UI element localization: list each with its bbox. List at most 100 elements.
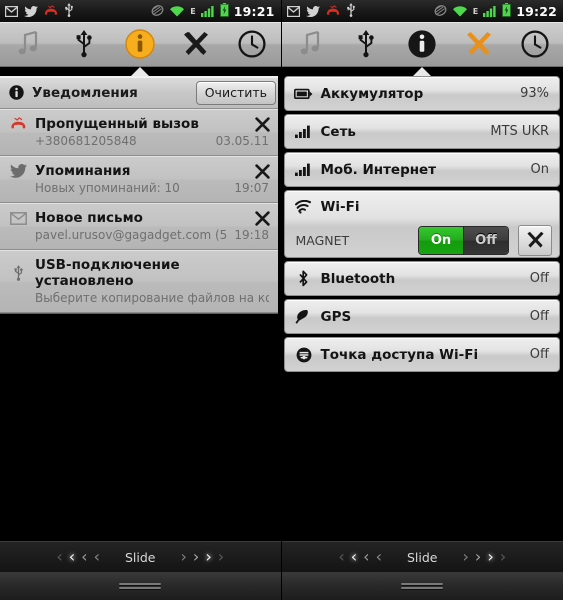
notification-shade: Уведомления Очистить Пропущенный вызов +… xyxy=(0,67,281,541)
signal-bars-icon xyxy=(294,125,314,138)
notification-panel: Уведомления Очистить Пропущенный вызов +… xyxy=(0,76,278,314)
tab-notifications[interactable] xyxy=(396,22,448,66)
close-icon[interactable] xyxy=(253,209,271,227)
drag-handle[interactable] xyxy=(281,572,563,600)
list-item[interactable]: Пропущенный вызов +380681205848 03.05.11 xyxy=(0,109,278,156)
setting-row-network[interactable]: Сеть MTS UKR xyxy=(283,114,560,149)
setting-row-bluetooth[interactable]: Bluetooth Off xyxy=(283,261,560,296)
twitter-icon xyxy=(9,164,27,178)
gmail-icon xyxy=(9,211,27,225)
slide-chevron-left-4[interactable]: ‹ xyxy=(53,549,65,565)
setting-value: 93% xyxy=(520,86,549,101)
slide-chevron-right-3[interactable]: › xyxy=(202,549,214,565)
tab-bar xyxy=(0,22,281,67)
slide-chevron-left-1[interactable]: ‹ xyxy=(91,549,103,565)
vibrate-icon xyxy=(434,2,447,21)
list-item[interactable]: Упоминания Новых упоминаний: 10 19:07 xyxy=(0,156,278,203)
missed-call-icon xyxy=(9,117,27,131)
status-bar-clock: 19:21 xyxy=(233,3,275,19)
notification-subtitle: Выберите копирование файлов на компьюте xyxy=(35,291,269,305)
tab-settings[interactable] xyxy=(453,22,505,66)
slide-chevron-left-4[interactable]: ‹ xyxy=(335,549,347,565)
wifi-toggle-on[interactable]: On xyxy=(419,226,464,254)
slide-chevron-right-1[interactable]: › xyxy=(460,549,472,565)
tab-usb[interactable] xyxy=(340,22,392,66)
slide-chevron-right-4[interactable]: › xyxy=(215,549,227,565)
tab-settings[interactable] xyxy=(170,22,222,66)
battery-icon xyxy=(294,88,314,100)
tab-notifications[interactable] xyxy=(114,22,166,66)
tab-clock[interactable] xyxy=(226,22,278,66)
setting-label: Точка доступа Wi-Fi xyxy=(320,346,479,363)
notification-title: Пропущенный вызов xyxy=(35,116,199,132)
slide-chevron-left-3[interactable]: ‹ xyxy=(66,549,78,565)
missed-call-icon xyxy=(326,2,340,21)
notification-title-row: Упоминания xyxy=(9,163,269,179)
twitter-icon xyxy=(305,2,320,21)
slide-chevron-right-4[interactable]: › xyxy=(497,549,509,565)
setting-value: Off xyxy=(529,309,549,324)
usb-icon xyxy=(64,2,74,21)
notification-header-title: Уведомления xyxy=(32,84,138,101)
slide-chevron-left-3[interactable]: ‹ xyxy=(348,549,360,565)
clear-notifications-button[interactable]: Очистить xyxy=(195,80,276,105)
tab-music[interactable] xyxy=(284,22,336,66)
slide-chevron-left-2[interactable]: ‹ xyxy=(360,549,372,565)
gmail-icon xyxy=(286,2,300,21)
drag-handle[interactable] xyxy=(0,572,281,600)
slide-chevron-right-2[interactable]: › xyxy=(472,549,484,565)
setting-label: Моб. Интернет xyxy=(320,161,437,178)
setting-row-battery[interactable]: Аккумулятор 93% xyxy=(283,76,560,111)
setting-row-mobile-data[interactable]: Моб. Интернет On xyxy=(283,152,560,187)
close-icon[interactable] xyxy=(253,115,271,133)
gps-icon xyxy=(294,309,314,324)
slide-bar[interactable]: ‹ ‹ ‹ ‹ Slide › › › › xyxy=(0,541,281,572)
tab-bar xyxy=(281,22,563,67)
notification-title-row: Новое письмо xyxy=(9,210,269,226)
edge-icon: E xyxy=(190,6,196,16)
close-icon[interactable] xyxy=(253,162,271,180)
slide-chevron-right-3[interactable]: › xyxy=(484,549,496,565)
settings-shade: Аккумулятор 93% Сеть MTS UKR Моб. Интерн… xyxy=(281,67,563,541)
setting-row-wifi[interactable]: Wi-Fi MAGNET On Off xyxy=(283,190,560,258)
status-bar-clock: 19:22 xyxy=(516,3,557,19)
setting-label: Wi-Fi xyxy=(320,199,360,215)
hotspot-icon xyxy=(294,347,314,363)
tab-clock[interactable] xyxy=(509,22,561,66)
setting-row-hotspot[interactable]: Точка доступа Wi-Fi Off xyxy=(283,337,560,372)
grip-icon xyxy=(119,581,162,591)
notification-title: Упоминания xyxy=(35,163,131,179)
list-item[interactable]: USB-подключение установлено Выберите коп… xyxy=(0,250,278,313)
status-bar: E 19:21 xyxy=(0,0,281,22)
slide-chevron-left-1[interactable]: ‹ xyxy=(373,549,385,565)
tab-music[interactable] xyxy=(2,22,54,66)
setting-label: Сеть xyxy=(320,123,356,140)
wifi-icon xyxy=(294,200,314,214)
wifi-controls: MAGNET On Off xyxy=(285,223,560,257)
slide-chevron-left-2[interactable]: ‹ xyxy=(78,549,90,565)
signal-bars-icon xyxy=(294,163,314,176)
status-bar-right-icons: E 19:21 xyxy=(151,0,274,22)
status-bar-left-icons xyxy=(4,2,74,21)
wifi-settings-button[interactable] xyxy=(518,224,552,256)
tab-usb[interactable] xyxy=(58,22,110,66)
info-icon xyxy=(9,85,24,100)
usb-icon xyxy=(9,265,27,281)
notification-time: 19:18 xyxy=(234,228,269,242)
wifi-toggle-off[interactable]: Off xyxy=(464,226,508,254)
setting-value: MTS UKR xyxy=(490,124,549,139)
wifi-signal-icon xyxy=(169,2,185,21)
wifi-toggle[interactable]: On Off xyxy=(418,225,509,255)
setting-label: GPS xyxy=(320,308,352,325)
slide-bar[interactable]: ‹ ‹ ‹ ‹ Slide › › › › xyxy=(281,541,563,572)
status-bar: E 19:22 xyxy=(281,0,563,22)
notification-subtitle: Новых упоминаний: 10 xyxy=(35,181,180,195)
setting-value: Off xyxy=(529,347,549,362)
slide-chevron-right-2[interactable]: › xyxy=(190,549,202,565)
list-item[interactable]: Новое письмо pavel.urusov@gagadget.com (… xyxy=(0,203,278,250)
wifi-header: Wi-Fi xyxy=(285,191,560,223)
grip-icon xyxy=(401,581,444,591)
slide-chevron-right-1[interactable]: › xyxy=(178,549,190,565)
setting-row-gps[interactable]: GPS Off xyxy=(283,299,560,334)
notification-detail-row: pavel.urusov@gagadget.com (5) 19:18 xyxy=(9,228,269,242)
